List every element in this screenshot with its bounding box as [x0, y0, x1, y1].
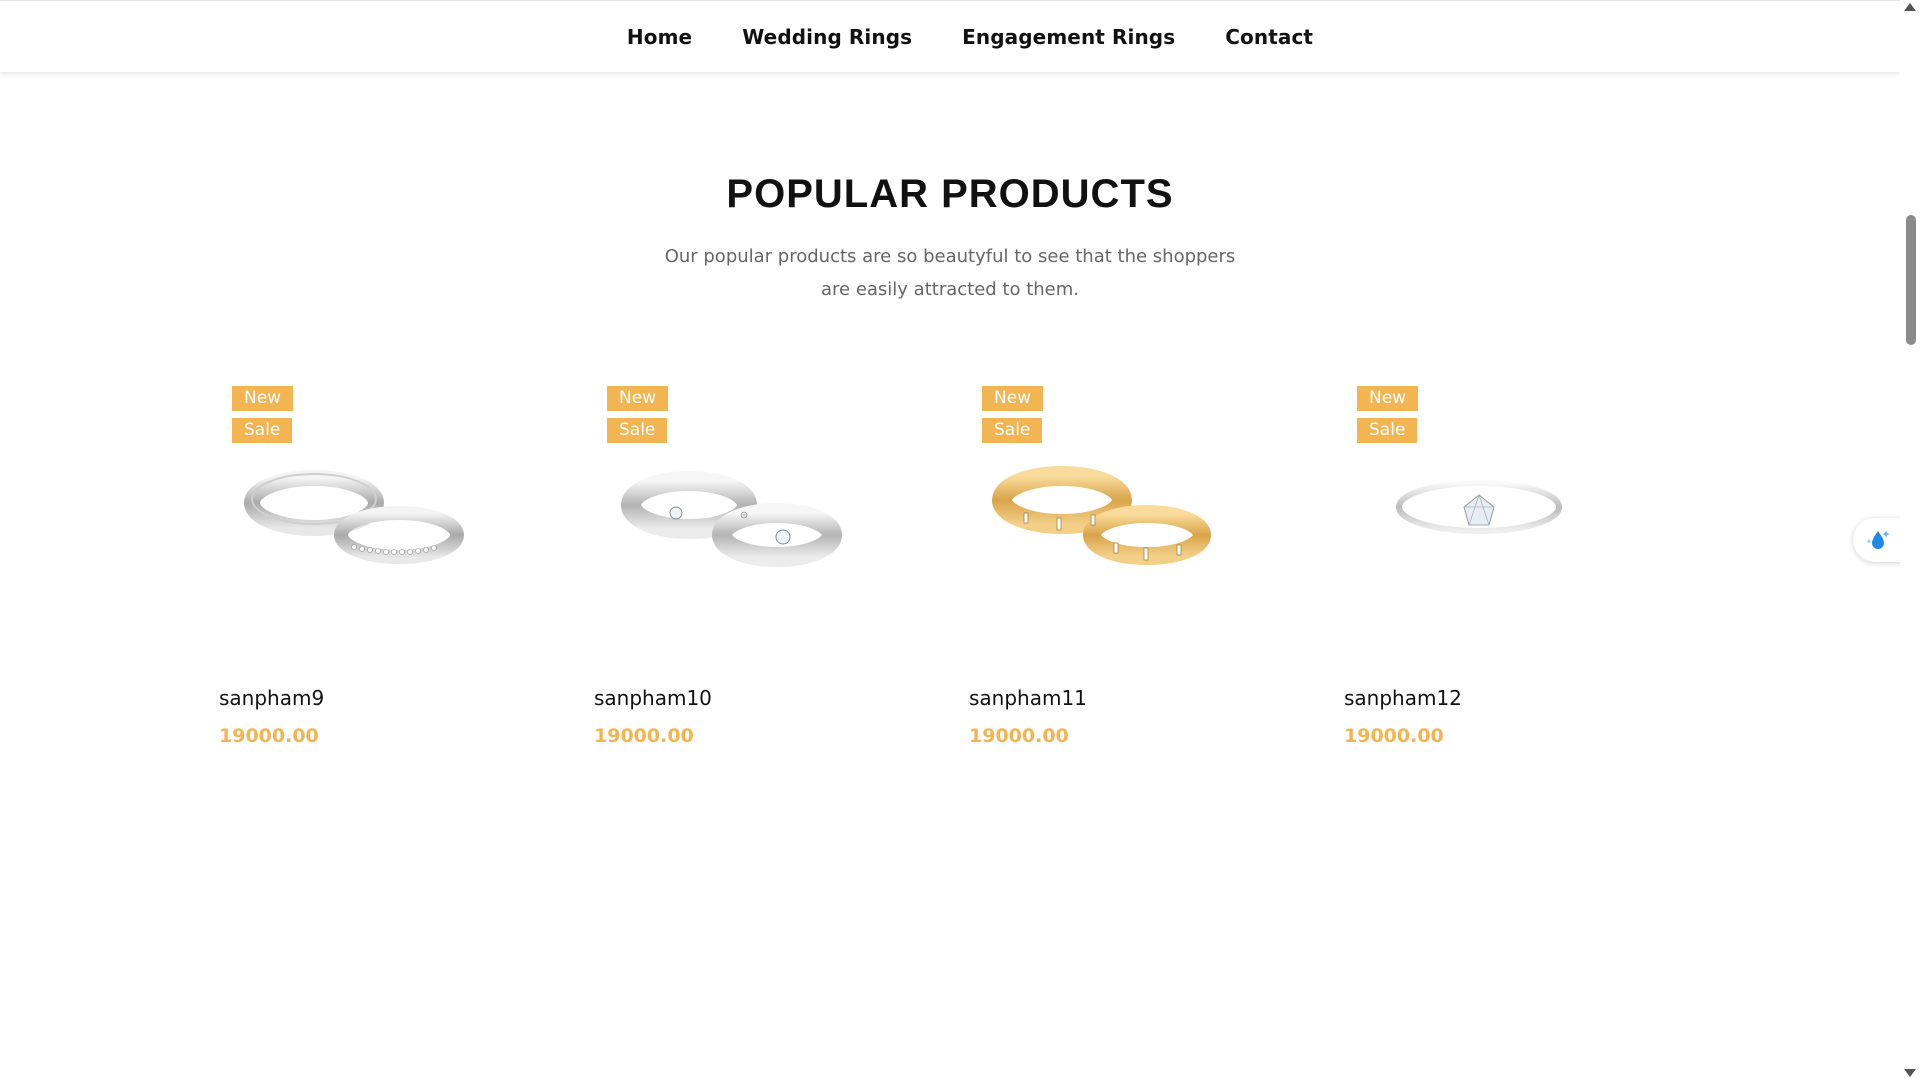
- product-name[interactable]: sanpham11: [969, 686, 1239, 712]
- product-image-container[interactable]: New Sale: [969, 375, 1239, 645]
- nav-wedding-rings-link[interactable]: Wedding Rings: [742, 25, 912, 49]
- new-badge: New: [982, 386, 1044, 411]
- nav-contact-link[interactable]: Contact: [1225, 25, 1313, 49]
- sale-badge: Sale: [1357, 418, 1418, 443]
- scroll-up-arrow-icon[interactable]: [1904, 3, 1916, 11]
- section-title: POPULAR PRODUCTS: [726, 172, 1174, 216]
- sale-badge: Sale: [982, 418, 1043, 443]
- silver-wedding-ring-pair-icon: [244, 470, 464, 564]
- product-grid: New Sale sanpham9 19000.00 New Sale sanp…: [219, 375, 1614, 747]
- product-price: 19000.00: [969, 725, 1069, 747]
- nav-engagement-rings-link[interactable]: Engagement Rings: [962, 25, 1175, 49]
- gold-ring-pair-icon: [992, 466, 1211, 565]
- product-image-container[interactable]: New Sale: [219, 375, 489, 645]
- product-image-container[interactable]: New Sale: [594, 375, 864, 645]
- solitaire-engagement-ring-icon: [1396, 480, 1562, 534]
- floating-widget-button[interactable]: [1853, 518, 1903, 562]
- product-name[interactable]: sanpham10: [594, 686, 864, 712]
- silver-diamond-ring-pair-icon: [621, 471, 842, 567]
- new-badge: New: [232, 386, 294, 411]
- product-image-container[interactable]: New Sale: [1344, 375, 1614, 645]
- vertical-scrollbar[interactable]: [1900, 0, 1920, 1080]
- new-badge: New: [607, 386, 669, 411]
- sale-badge: Sale: [232, 418, 293, 443]
- sale-badge: Sale: [607, 418, 668, 443]
- product-price: 19000.00: [594, 725, 694, 747]
- top-navigation: Home Wedding Rings Engagement Rings Cont…: [0, 0, 1900, 72]
- product-card[interactable]: New Sale sanpham12 19000.00: [1344, 375, 1614, 747]
- section-subtitle: Our popular products are so beautyful to…: [664, 246, 1236, 300]
- scrollbar-thumb[interactable]: [1906, 215, 1916, 345]
- water-drop-sparkle-icon: [1866, 530, 1890, 549]
- product-card[interactable]: New Sale sanpham9 19000.00: [219, 375, 489, 747]
- new-badge: New: [1357, 386, 1419, 411]
- product-card[interactable]: New Sale sanpham11 19000.00: [969, 375, 1239, 747]
- scroll-down-arrow-icon[interactable]: [1904, 1069, 1916, 1077]
- product-name[interactable]: sanpham9: [219, 686, 489, 712]
- nav-home-link[interactable]: Home: [627, 25, 692, 49]
- product-price: 19000.00: [1344, 725, 1444, 747]
- product-card[interactable]: New Sale sanpham10 19000.00: [594, 375, 864, 747]
- product-price: 19000.00: [219, 725, 319, 747]
- product-name[interactable]: sanpham12: [1344, 686, 1614, 712]
